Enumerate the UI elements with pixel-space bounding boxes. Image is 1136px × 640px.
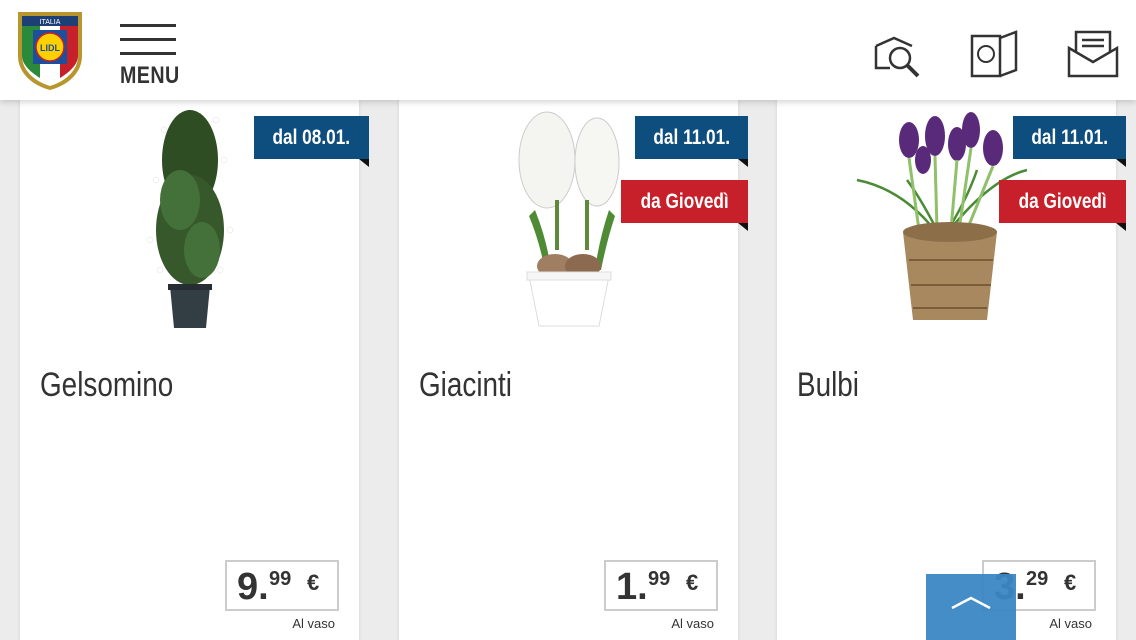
leaflet-icon[interactable]: [968, 28, 1022, 82]
product-card[interactable]: dal 08.01. Gelsomino 9. 99 € Al vaso: [20, 100, 369, 640]
menu-label: MENU: [120, 62, 180, 89]
svg-text:LIDL: LIDL: [40, 43, 60, 53]
date-badge: dal 08.01.: [254, 116, 369, 167]
product-title[interactable]: Giacinti: [419, 366, 512, 405]
unit-label: Al vaso: [292, 616, 335, 631]
svg-text:ITALIA: ITALIA: [40, 19, 61, 26]
product-title[interactable]: Bulbi: [797, 366, 859, 405]
day-badge: da Giovedì: [620, 180, 749, 231]
crocus-bulbs-image: [847, 100, 1037, 350]
price-currency: €: [686, 570, 699, 595]
lidl-italia-logo[interactable]: ITALIA LIDL: [14, 8, 86, 92]
unit-label: Al vaso: [1049, 616, 1092, 631]
unit-label: Al vaso: [671, 616, 714, 631]
search-flyer-icon[interactable]: [872, 28, 926, 82]
price-currency: €: [307, 570, 320, 595]
price-decimal: 29: [1026, 568, 1049, 590]
date-badge: dal 11.01.: [634, 116, 749, 167]
product-title[interactable]: Gelsomino: [40, 366, 173, 405]
menu-bar-icon: [120, 38, 176, 41]
menu-bar-icon: [120, 24, 176, 27]
jasmine-plant-image: [120, 100, 260, 350]
price-integer: 9.: [237, 566, 269, 608]
price-currency: €: [1064, 570, 1077, 595]
chevron-up-icon: [951, 596, 991, 610]
menu-button[interactable]: MENU: [118, 22, 180, 92]
newsletter-icon[interactable]: [1066, 28, 1120, 82]
price-integer: 1.: [616, 566, 648, 608]
day-badge: da Giovedì: [998, 180, 1127, 231]
price-box: 9. 99 €: [225, 560, 339, 611]
menu-bar-icon: [120, 52, 176, 55]
date-badge: dal 11.01.: [1012, 116, 1127, 167]
price-decimal: 99: [648, 568, 671, 590]
price-decimal: 99: [269, 568, 292, 590]
scroll-to-top-button[interactable]: [926, 574, 1016, 640]
product-card[interactable]: dal 11.01. da Giovedì Bulbi 3. 29 € Al v…: [777, 100, 1127, 640]
hyacinth-image: [499, 100, 639, 350]
price-box: 1. 99 €: [604, 560, 718, 611]
app-header: ITALIA LIDL MENU: [0, 0, 1136, 100]
product-card[interactable]: dal 11.01. da Giovedì Giacinti 1. 99 € A…: [399, 100, 749, 640]
